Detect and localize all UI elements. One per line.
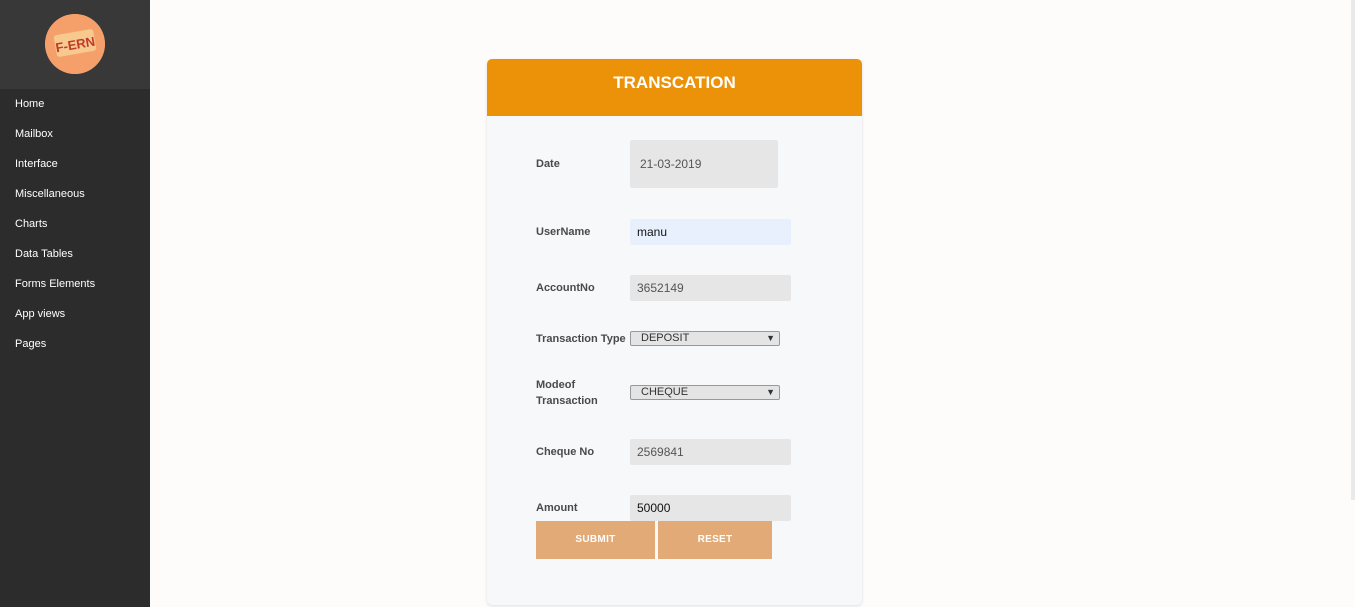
logo-image: F-ERN [45, 14, 105, 74]
amount-label: Amount [536, 502, 578, 514]
account-field[interactable] [630, 275, 791, 301]
sidebar-item-home[interactable]: Home [0, 89, 150, 119]
sidebar-item-app-views[interactable]: App views [0, 299, 150, 329]
amount-field[interactable] [630, 495, 791, 521]
mode-value: CHEQUE [641, 386, 689, 398]
sidebar-item-miscellaneous[interactable]: Miscellaneous [0, 179, 150, 209]
mode-label-line2: Transaction [536, 395, 598, 407]
transaction-type-select[interactable]: DEPOSIT ▼ [630, 331, 780, 346]
card-title: TRANSCATION [613, 73, 736, 92]
transaction-type-value: DEPOSIT [641, 332, 690, 344]
sidebar-item-interface[interactable]: Interface [0, 149, 150, 179]
sidebar-header: F-ERN [0, 0, 150, 89]
transaction-card: TRANSCATION Date UserName AccountNo Tran… [487, 59, 862, 605]
submit-button[interactable]: SUBMIT [536, 521, 655, 559]
page-scrollbar[interactable] [1351, 0, 1355, 500]
sidebar-item-mailbox[interactable]: Mailbox [0, 119, 150, 149]
sidebar-item-data-tables[interactable]: Data Tables [0, 239, 150, 269]
transaction-type-label: Transaction Type [536, 333, 626, 345]
chevron-down-icon: ▼ [766, 387, 775, 397]
logo[interactable]: F-ERN [45, 14, 105, 74]
sidebar-item-pages[interactable]: Pages [0, 329, 150, 359]
sidebar-item-charts[interactable]: Charts [0, 209, 150, 239]
mode-of-transaction-select[interactable]: CHEQUE ▼ [630, 385, 780, 400]
account-label: AccountNo [536, 282, 595, 294]
date-field[interactable] [630, 140, 778, 188]
cheque-field[interactable] [630, 439, 791, 465]
mode-label-line1: Modeof [536, 379, 576, 391]
username-label: UserName [536, 226, 591, 238]
cheque-label: Cheque No [536, 446, 595, 458]
sidebar: F-ERN Home Mailbox Interface Miscellaneo… [0, 0, 150, 607]
chevron-down-icon: ▼ [766, 333, 775, 343]
date-label: Date [536, 158, 560, 170]
reset-button[interactable]: RESET [658, 521, 772, 559]
username-field[interactable] [630, 219, 791, 245]
sidebar-nav: Home Mailbox Interface Miscellaneous Cha… [0, 89, 150, 359]
card-header: TRANSCATION [487, 59, 862, 116]
sidebar-item-forms-elements[interactable]: Forms Elements [0, 269, 150, 299]
